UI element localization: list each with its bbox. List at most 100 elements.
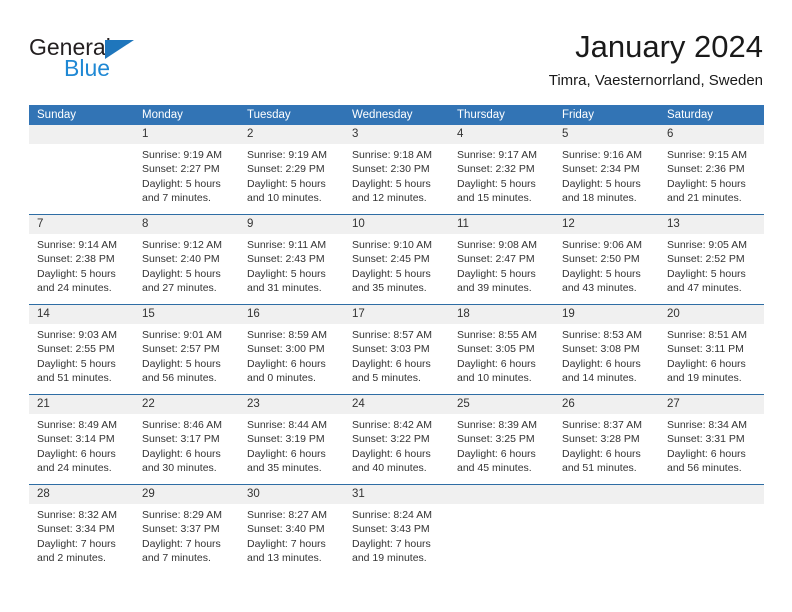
calendar-day-cell[interactable]: 29 Sunrise: 8:29 AM Sunset: 3:37 PM Dayligh…	[134, 484, 239, 574]
calendar-day-cell	[659, 484, 764, 574]
day-number: 1	[134, 125, 239, 144]
calendar-week-row: 1 Sunrise: 9:19 AM Sunset: 2:27 PM Daylight…	[29, 125, 764, 215]
calendar-day-cell[interactable]: 6 Sunrise: 9:15 AM Sunset: 2:36 PM Daylight…	[659, 125, 764, 215]
daylight-duration-line1: Daylight: 6 hours	[352, 357, 431, 370]
day-details: Sunrise: 8:29 AM Sunset: 3:37 PM Daylight:…	[134, 504, 239, 565]
sunset-time: Sunset: 3:00 PM	[247, 343, 325, 356]
calendar-day-cell[interactable]: 14 Sunrise: 9:03 AM Sunset: 2:55 PM Dayligh…	[29, 304, 134, 395]
day-number: 18	[449, 305, 554, 324]
day-cell-content	[449, 485, 554, 574]
day-cell-content: 13 Sunrise: 9:05 AM Sunset: 2:52 PM Dayligh…	[659, 215, 764, 304]
day-cell-content: 19 Sunrise: 8:53 AM Sunset: 3:08 PM Dayligh…	[554, 305, 659, 394]
sunrise-time: Sunrise: 8:49 AM	[37, 419, 117, 431]
sunset-time: Sunset: 3:37 PM	[142, 523, 220, 536]
day-cell-content: 27 Sunrise: 8:34 AM Sunset: 3:31 PM Dayligh…	[659, 395, 764, 484]
calendar-day-cell[interactable]: 22 Sunrise: 8:46 AM Sunset: 3:17 PM Dayligh…	[134, 394, 239, 485]
calendar-day-cell[interactable]: 27 Sunrise: 8:34 AM Sunset: 3:31 PM Dayligh…	[659, 394, 764, 485]
daylight-duration-line2: and 51 minutes.	[562, 461, 637, 474]
calendar-day-cell[interactable]: 19 Sunrise: 8:53 AM Sunset: 3:08 PM Dayligh…	[554, 304, 659, 395]
calendar-day-cell[interactable]: 5 Sunrise: 9:16 AM Sunset: 2:34 PM Daylight…	[554, 125, 659, 215]
calendar-day-cell[interactable]: 12 Sunrise: 9:06 AM Sunset: 2:50 PM Dayligh…	[554, 214, 659, 305]
day-details: Sunrise: 9:14 AM Sunset: 2:38 PM Daylight:…	[29, 234, 134, 295]
daylight-duration-line2: and 30 minutes.	[142, 461, 217, 474]
weekday-header-friday: Friday	[554, 105, 659, 125]
calendar-day-cell[interactable]: 10 Sunrise: 9:10 AM Sunset: 2:45 PM Dayligh…	[344, 214, 449, 305]
calendar-day-cell[interactable]: 30 Sunrise: 8:27 AM Sunset: 3:40 PM Dayligh…	[239, 484, 344, 574]
daylight-duration-line1: Daylight: 6 hours	[562, 447, 641, 460]
day-number: 13	[659, 215, 764, 234]
weekday-header-monday: Monday	[134, 105, 239, 125]
calendar-day-cell[interactable]: 23 Sunrise: 8:44 AM Sunset: 3:19 PM Dayligh…	[239, 394, 344, 485]
calendar-day-cell[interactable]: 25 Sunrise: 8:39 AM Sunset: 3:25 PM Dayligh…	[449, 394, 554, 485]
sunrise-time: Sunrise: 9:06 AM	[562, 239, 642, 251]
calendar-day-cell[interactable]: 9 Sunrise: 9:11 AM Sunset: 2:43 PM Daylight…	[239, 214, 344, 305]
day-cell-content: 2 Sunrise: 9:19 AM Sunset: 2:29 PM Daylight…	[239, 125, 344, 214]
page-title: January 2024	[575, 29, 763, 64]
day-cell-content: 18 Sunrise: 8:55 AM Sunset: 3:05 PM Dayligh…	[449, 305, 554, 394]
sunset-time: Sunset: 3:43 PM	[352, 523, 430, 536]
calendar-day-cell[interactable]: 15 Sunrise: 9:01 AM Sunset: 2:57 PM Dayligh…	[134, 304, 239, 395]
daylight-duration-line2: and 19 minutes.	[667, 371, 742, 384]
calendar-day-cell[interactable]: 17 Sunrise: 8:57 AM Sunset: 3:03 PM Dayligh…	[344, 304, 449, 395]
sunset-time: Sunset: 3:19 PM	[247, 433, 325, 446]
day-details: Sunrise: 8:37 AM Sunset: 3:28 PM Daylight:…	[554, 414, 659, 475]
calendar-day-cell[interactable]: 18 Sunrise: 8:55 AM Sunset: 3:05 PM Dayligh…	[449, 304, 554, 395]
sunset-time: Sunset: 2:52 PM	[667, 253, 745, 266]
calendar-day-cell[interactable]: 4 Sunrise: 9:17 AM Sunset: 2:32 PM Daylight…	[449, 125, 554, 215]
calendar-day-cell[interactable]: 26 Sunrise: 8:37 AM Sunset: 3:28 PM Dayligh…	[554, 394, 659, 485]
calendar-day-cell[interactable]: 7 Sunrise: 9:14 AM Sunset: 2:38 PM Daylight…	[29, 214, 134, 305]
calendar-day-cell[interactable]: 2 Sunrise: 9:19 AM Sunset: 2:29 PM Daylight…	[239, 125, 344, 215]
day-cell-content: 30 Sunrise: 8:27 AM Sunset: 3:40 PM Dayligh…	[239, 485, 344, 574]
day-details: Sunrise: 8:51 AM Sunset: 3:11 PM Daylight:…	[659, 324, 764, 385]
calendar-day-cell[interactable]: 11 Sunrise: 9:08 AM Sunset: 2:47 PM Dayligh…	[449, 214, 554, 305]
daylight-duration-line2: and 39 minutes.	[457, 281, 532, 294]
calendar-day-cell[interactable]: 8 Sunrise: 9:12 AM Sunset: 2:40 PM Daylight…	[134, 214, 239, 305]
daylight-duration-line2: and 56 minutes.	[667, 461, 742, 474]
sunrise-time: Sunrise: 8:51 AM	[667, 329, 747, 341]
daylight-duration-line1: Daylight: 5 hours	[352, 267, 431, 280]
sunset-time: Sunset: 3:40 PM	[247, 523, 325, 536]
daylight-duration-line1: Daylight: 6 hours	[667, 357, 746, 370]
day-number: 30	[239, 485, 344, 504]
day-number: 15	[134, 305, 239, 324]
calendar-day-cell	[554, 484, 659, 574]
sunset-time: Sunset: 3:11 PM	[667, 343, 744, 356]
day-number: 17	[344, 305, 449, 324]
daylight-duration-line1: Daylight: 5 hours	[142, 177, 221, 190]
day-cell-content	[554, 485, 659, 574]
sunset-time: Sunset: 3:25 PM	[457, 433, 535, 446]
daylight-duration-line1: Daylight: 5 hours	[352, 177, 431, 190]
daylight-duration-line2: and 47 minutes.	[667, 281, 742, 294]
daylight-duration-line1: Daylight: 6 hours	[142, 447, 221, 460]
day-cell-content: 6 Sunrise: 9:15 AM Sunset: 2:36 PM Daylight…	[659, 125, 764, 214]
calendar-day-cell[interactable]: 21 Sunrise: 8:49 AM Sunset: 3:14 PM Dayligh…	[29, 394, 134, 485]
day-details: Sunrise: 9:17 AM Sunset: 2:32 PM Daylight:…	[449, 144, 554, 205]
daylight-duration-line1: Daylight: 6 hours	[562, 357, 641, 370]
general-blue-logo[interactable]: General Blue	[29, 34, 209, 90]
calendar-table: Sunday Monday Tuesday Wednesday Thursday…	[29, 105, 764, 574]
calendar-day-cell[interactable]: 13 Sunrise: 9:05 AM Sunset: 2:52 PM Dayligh…	[659, 214, 764, 305]
calendar-day-cell[interactable]: 1 Sunrise: 9:19 AM Sunset: 2:27 PM Daylight…	[134, 125, 239, 215]
sunset-time: Sunset: 2:50 PM	[562, 253, 640, 266]
day-number: 14	[29, 305, 134, 324]
daylight-duration-line2: and 14 minutes.	[562, 371, 637, 384]
day-number: 24	[344, 395, 449, 414]
calendar-day-cell[interactable]: 24 Sunrise: 8:42 AM Sunset: 3:22 PM Dayligh…	[344, 394, 449, 485]
sunset-time: Sunset: 2:38 PM	[37, 253, 115, 266]
day-cell-content: 9 Sunrise: 9:11 AM Sunset: 2:43 PM Daylight…	[239, 215, 344, 304]
sunrise-time: Sunrise: 8:27 AM	[247, 509, 327, 521]
daylight-duration-line1: Daylight: 7 hours	[37, 537, 116, 550]
daylight-duration-line2: and 40 minutes.	[352, 461, 427, 474]
daylight-duration-line1: Daylight: 5 hours	[247, 267, 326, 280]
day-number: 10	[344, 215, 449, 234]
day-cell-content: 11 Sunrise: 9:08 AM Sunset: 2:47 PM Dayligh…	[449, 215, 554, 304]
calendar-day-cell[interactable]: 3 Sunrise: 9:18 AM Sunset: 2:30 PM Daylight…	[344, 125, 449, 215]
calendar-day-cell[interactable]: 20 Sunrise: 8:51 AM Sunset: 3:11 PM Dayligh…	[659, 304, 764, 395]
sunset-time: Sunset: 2:40 PM	[142, 253, 220, 266]
sunset-time: Sunset: 2:43 PM	[247, 253, 325, 266]
calendar-day-cell[interactable]: 16 Sunrise: 8:59 AM Sunset: 3:00 PM Dayligh…	[239, 304, 344, 395]
sunrise-time: Sunrise: 9:14 AM	[37, 239, 117, 251]
sunset-time: Sunset: 2:55 PM	[37, 343, 115, 356]
calendar-day-cell[interactable]: 28 Sunrise: 8:32 AM Sunset: 3:34 PM Dayligh…	[29, 484, 134, 574]
calendar-day-cell[interactable]: 31 Sunrise: 8:24 AM Sunset: 3:43 PM Dayligh…	[344, 484, 449, 574]
